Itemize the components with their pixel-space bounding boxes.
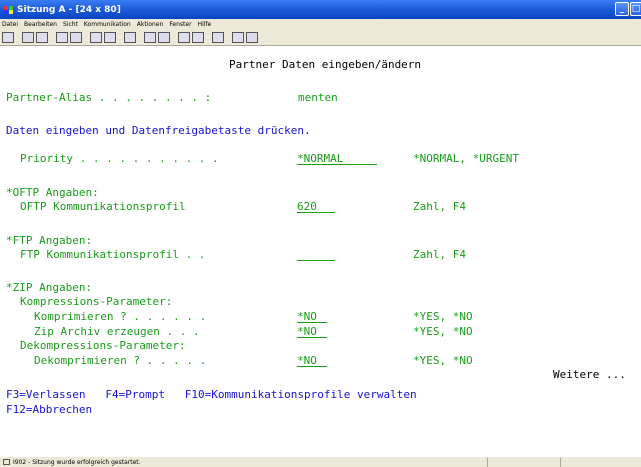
function-keys-line2: F12=Abbrechen <box>6 403 93 416</box>
menu-datei[interactable]: Datei <box>2 21 18 28</box>
menu-hilfe[interactable]: Hilfe <box>198 21 212 28</box>
session-status-icon <box>3 459 10 465</box>
play-macro-icon[interactable] <box>178 31 190 43</box>
copy-icon[interactable] <box>22 31 34 43</box>
oftp-section-title: *OFTP Angaben: <box>6 186 99 199</box>
menu-bar: Datei Bearbeiten Sicht Kommunikation Akt… <box>0 19 641 29</box>
restore-button[interactable]: □ <box>630 2 641 16</box>
status-separator <box>560 458 561 467</box>
dekomprimieren-label: Dekomprimieren ? . . . . . <box>34 354 207 367</box>
stop-macro-icon[interactable] <box>158 31 170 43</box>
zip-archiv-value[interactable]: *NO <box>297 325 317 338</box>
ftp-hint: Zahl, F4 <box>413 248 466 261</box>
paste-icon[interactable] <box>36 31 48 43</box>
komprimieren-value[interactable]: *NO <box>297 310 317 323</box>
window-titlebar[interactable]: Sitzung A - [24 x 80] _ □ <box>0 0 641 19</box>
globe-icon[interactable] <box>232 31 244 43</box>
priority-value[interactable]: *NORMAL <box>297 152 343 165</box>
compress-section-title: Kompressions-Parameter: <box>20 295 173 308</box>
zip-archiv-label: Zip Archiv erzeugen . . . <box>34 325 200 338</box>
keypad-icon[interactable] <box>192 31 204 43</box>
priority-hint: *NORMAL, *URGENT <box>413 152 519 165</box>
alias-label: Partner-Alias . . . . . . . . : <box>6 91 212 104</box>
dekomprimieren-hint: *YES, *NO <box>413 354 473 367</box>
menu-bearbeiten[interactable]: Bearbeiten <box>24 21 57 28</box>
receive-file-icon[interactable] <box>70 31 82 43</box>
more-indicator: Weitere ... <box>553 368 626 381</box>
display-icon[interactable] <box>90 31 102 43</box>
screen-bottom-area <box>0 444 641 456</box>
menu-kommunikation[interactable]: Kommunikation <box>84 21 131 28</box>
status-message: I902 - Sitzung wurde erfolgreich gestart… <box>13 458 141 466</box>
zip-section-title: *ZIP Angaben: <box>6 281 93 294</box>
instruction-text: Daten eingeben und Datenfreigabetaste dr… <box>6 124 311 137</box>
function-keys-line1: F3=Verlassen F4=Prompt F10=Kommunikation… <box>6 388 417 401</box>
edit-icon[interactable] <box>246 31 258 43</box>
send-file-icon[interactable] <box>56 31 68 43</box>
app-icon <box>4 5 14 14</box>
window-title: Sitzung A - [24 x 80] <box>17 4 121 15</box>
ftp-section-title: *FTP Angaben: <box>6 234 93 247</box>
oftp-value[interactable]: 620 <box>297 200 317 213</box>
toolbar <box>0 29 641 46</box>
menu-aktionen[interactable]: Aktionen <box>137 21 164 28</box>
macro-icon[interactable] <box>124 31 136 43</box>
komprimieren-label: Komprimieren ? . . . . . . <box>34 310 207 323</box>
menu-sicht[interactable]: Sicht <box>63 21 78 28</box>
alias-value: menten <box>298 91 338 104</box>
decompress-section-title: Dekompressions-Parameter: <box>20 339 186 352</box>
screen-heading: Partner Daten eingeben/ändern <box>229 58 422 71</box>
record-macro-icon[interactable] <box>144 31 156 43</box>
ftp-field[interactable] <box>297 248 335 261</box>
color-map-icon[interactable] <box>212 31 224 43</box>
status-bar: I902 - Sitzung wurde erfolgreich gestart… <box>0 456 641 467</box>
zip-archiv-hint: *YES, *NO <box>413 325 473 338</box>
print-screen-icon[interactable] <box>2 31 14 43</box>
terminal-screen[interactable]: Partner Daten eingeben/ändern Partner-Al… <box>0 46 641 444</box>
ftp-label: FTP Kommunikationsprofil . . <box>20 248 206 261</box>
status-separator <box>487 458 488 467</box>
minimize-button[interactable]: _ <box>615 2 629 16</box>
komprimieren-hint: *YES, *NO <box>413 310 473 323</box>
oftp-hint: Zahl, F4 <box>413 200 466 213</box>
priority-label: Priority . . . . . . . . . . . <box>20 152 219 165</box>
menu-fenster[interactable]: Fenster <box>169 21 191 28</box>
oftp-label: OFTP Kommunikationsprofil <box>20 200 186 213</box>
dekomprimieren-value[interactable]: *NO <box>297 354 317 367</box>
session-icon[interactable] <box>104 31 116 43</box>
